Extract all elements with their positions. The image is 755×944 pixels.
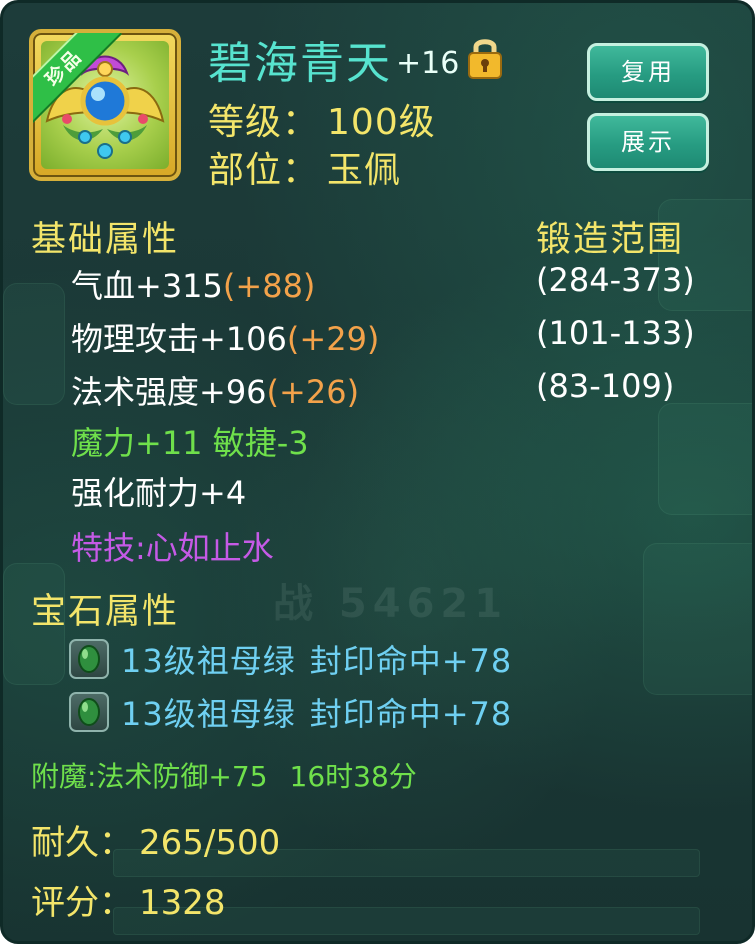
stat-range: (284-373): [536, 261, 695, 299]
background-item-slot: [658, 403, 752, 515]
item-name: 碧海青天: [208, 38, 392, 89]
enchant-text: 附魔:法术防御+75: [31, 760, 268, 793]
gem-description: 13级祖母绿 封印命中+78: [121, 689, 512, 735]
durability-label: 耐久：: [31, 823, 133, 863]
gem-name: 13级祖母绿: [121, 695, 296, 733]
background-decoration: 战 54621: [273, 581, 509, 627]
stat-row: 物理攻击+106(+29): [71, 314, 379, 360]
stat-range: (101-133): [536, 314, 695, 352]
item-icon-frame: 珍品: [29, 29, 181, 181]
background-item-slot: [3, 283, 65, 405]
item-title-row: 碧海青天 +16: [208, 31, 505, 89]
stat-range: (83-109): [536, 367, 675, 405]
level-label: 等级：: [208, 102, 320, 143]
background-item-slot: [643, 543, 752, 695]
score-label: 评分：: [31, 883, 133, 923]
durability: 耐久： 265/500: [31, 815, 280, 864]
forge-range-title: 锻造范围: [536, 220, 685, 260]
item-level: 等级： 100级: [208, 93, 436, 145]
show-button[interactable]: 展示: [587, 113, 709, 171]
stat-value: 气血+315: [71, 267, 223, 305]
emerald-gem-icon: [69, 639, 109, 679]
item-tooltip-panel: 战 54621 珍品 碧海青天 +16 等级： 100级 部位： 玉佩 复用 展…: [0, 0, 755, 944]
reuse-button[interactable]: 复用: [587, 43, 709, 101]
stat-row: 气血+315(+88): [71, 261, 315, 307]
gem-name: 13级祖母绿: [121, 642, 296, 680]
score: 评分： 1328: [31, 875, 226, 924]
stat-row: 法术强度+96(+26): [71, 367, 359, 413]
enchant-line: 附魔:法术防御+75 16时38分: [31, 755, 417, 795]
slot-value: 玉佩: [327, 150, 402, 191]
gem-effect: 封印命中+78: [309, 695, 513, 733]
emerald-gem-icon: [69, 692, 109, 732]
extra-attributes: 魔力+11 敏捷-3: [71, 424, 309, 462]
gem-attributes-title: 宝石属性: [31, 592, 180, 632]
level-value: 100级: [327, 102, 436, 143]
special-skill: 特技:心如止水: [71, 529, 274, 567]
stat-value: 法术强度+96: [71, 373, 267, 411]
base-attributes-title: 基础属性: [31, 220, 180, 260]
stat-bonus: (+88): [222, 267, 316, 305]
gem-effect: 封印命中+78: [309, 642, 513, 680]
gem-row: 13级祖母绿 封印命中+78: [69, 637, 512, 681]
stat-bonus: (+29): [286, 320, 380, 358]
item-slot: 部位： 玉佩: [208, 141, 401, 193]
enhanced-attribute: 强化耐力+4: [71, 474, 247, 512]
score-value: 1328: [139, 883, 226, 923]
stat-bonus: (+26): [266, 373, 360, 411]
enhance-level: +16: [396, 45, 460, 81]
gem-description: 13级祖母绿 封印命中+78: [121, 636, 512, 682]
stat-value: 物理攻击+106: [71, 320, 287, 358]
slot-label: 部位：: [208, 150, 320, 191]
padlock-icon[interactable]: [465, 34, 505, 80]
enchant-time: 16时38分: [289, 760, 417, 793]
durability-value: 265/500: [139, 823, 281, 863]
gem-row: 13级祖母绿 封印命中+78: [69, 690, 512, 734]
